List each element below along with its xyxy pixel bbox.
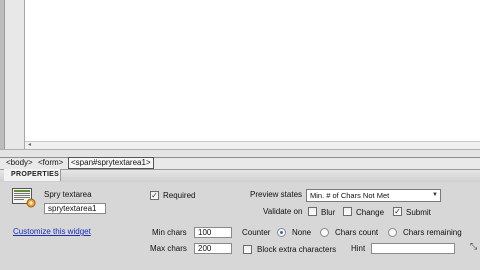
tag-body[interactable]: <body> xyxy=(6,158,33,168)
validate-change-label: Change xyxy=(356,208,385,217)
scroll-left-arrow-icon[interactable]: ◂ xyxy=(28,141,31,148)
counter-label: Counter xyxy=(242,228,271,237)
counter-chars-remaining-label: Chars remaining xyxy=(403,228,462,237)
chevron-down-icon: ▼ xyxy=(432,192,438,198)
validate-blur-checkbox[interactable] xyxy=(308,207,317,216)
properties-title: PROPERTIES xyxy=(11,171,60,178)
counter-chars-remaining-radio[interactable] xyxy=(388,228,397,237)
design-view-canvas[interactable] xyxy=(25,0,480,141)
min-chars-label: Min chars xyxy=(152,228,187,237)
validate-on-label: Validate on xyxy=(263,207,303,216)
tag-span-sprytextarea[interactable]: <span#sprytextarea1> xyxy=(68,157,154,169)
required-label: Required xyxy=(163,191,196,200)
properties-panel-header[interactable] xyxy=(0,169,480,183)
max-chars-field[interactable]: 200 xyxy=(194,243,232,254)
counter-chars-count-radio[interactable] xyxy=(320,228,329,237)
customize-widget-link[interactable]: Customize this widget xyxy=(13,227,91,237)
widget-name-field[interactable]: sprytextarea1 xyxy=(44,203,106,214)
counter-none-radio[interactable] xyxy=(277,228,286,237)
counter-none-label: None xyxy=(292,228,312,237)
widget-type-label: Spry textarea xyxy=(44,190,92,199)
validate-change-checkbox[interactable] xyxy=(343,207,352,216)
block-extra-checkbox[interactable] xyxy=(243,245,252,254)
max-chars-label: Max chars xyxy=(150,244,187,253)
validate-submit-checkbox[interactable]: ✓ xyxy=(393,207,402,216)
preview-states-value: Min. # of Chars Not Met xyxy=(310,191,390,200)
line-number-gutter xyxy=(5,0,25,149)
preview-states-select[interactable]: Min. # of Chars Not Met ▼ xyxy=(306,189,441,202)
block-extra-label: Block extra characters xyxy=(257,245,337,254)
spry-textarea-widget-icon xyxy=(12,188,36,208)
validate-submit-label: Submit xyxy=(406,208,431,217)
preview-states-label: Preview states xyxy=(250,190,303,199)
hint-field[interactable] xyxy=(371,243,455,254)
required-checkbox[interactable]: ✓ xyxy=(150,191,159,200)
panel-resize-icon[interactable]: ⤡ xyxy=(470,241,477,252)
counter-chars-count-label: Chars count xyxy=(335,228,379,237)
validate-blur-label: Blur xyxy=(321,208,336,217)
min-chars-field[interactable]: 100 xyxy=(194,227,232,238)
tag-form[interactable]: <form> xyxy=(38,158,63,168)
hint-label: Hint xyxy=(351,244,366,253)
